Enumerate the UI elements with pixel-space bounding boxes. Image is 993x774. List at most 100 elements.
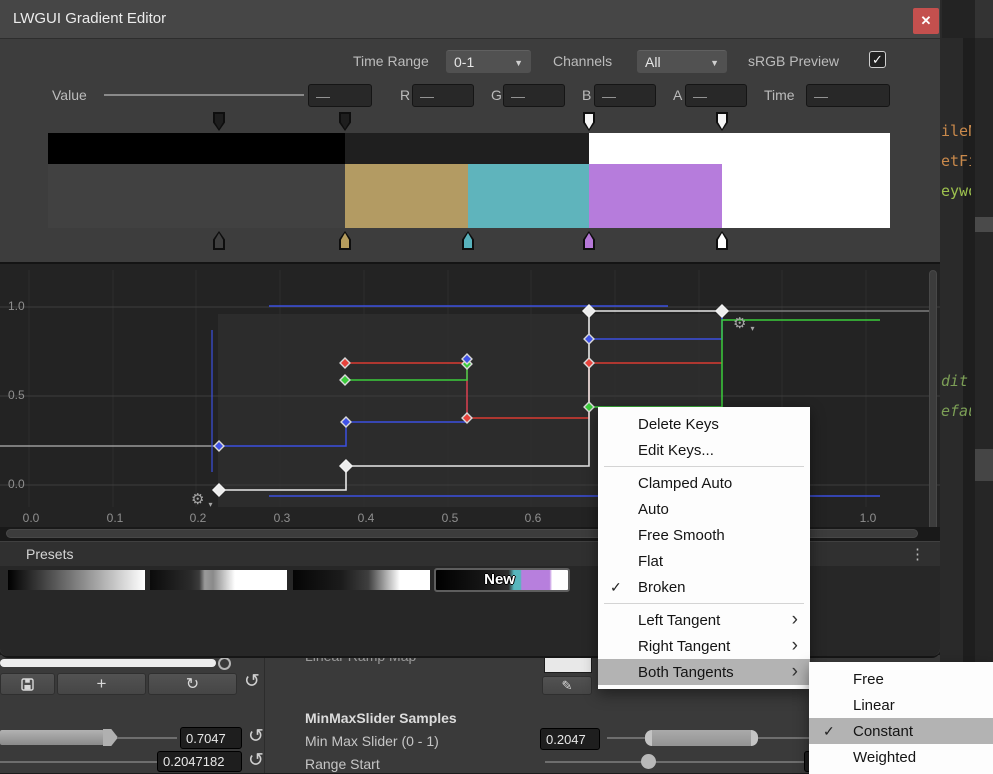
gradient-preview[interactable] <box>48 133 890 228</box>
srgb-checkbox[interactable]: ✓ <box>869 51 886 68</box>
color-key-marker[interactable] <box>583 231 595 250</box>
x-axis-tick-label: 0.4 <box>354 511 378 525</box>
chevron-down-icon: ▾ <box>750 324 754 333</box>
menu-item-flat[interactable]: Flat <box>598 548 810 574</box>
r-channel-input[interactable]: — <box>412 84 474 107</box>
revert-icon[interactable]: ↺ <box>240 671 264 695</box>
save-button[interactable] <box>0 673 55 695</box>
time-range-dropdown[interactable]: 0-1 ▼ <box>446 50 531 73</box>
b-channel-input[interactable]: — <box>594 84 656 107</box>
color-key-marker[interactable] <box>462 231 474 250</box>
time-range-value: 0-1 <box>454 54 474 70</box>
color-key-marker[interactable] <box>213 231 225 250</box>
r-channel-label: R <box>400 87 410 103</box>
code-text-fragment: eywo <box>941 182 971 202</box>
circle-picker-icon[interactable] <box>218 657 231 670</box>
add-button[interactable]: + <box>57 673 146 695</box>
alpha-key-marker[interactable] <box>213 112 225 131</box>
tangent-submenu: Free Linear✓ConstantWeighted <box>809 662 993 774</box>
preset-swatch[interactable] <box>150 570 287 590</box>
chevron-down-icon: ▼ <box>710 58 719 68</box>
vertical-scrollbar[interactable] <box>929 270 937 532</box>
a-channel-input[interactable]: — <box>685 84 747 107</box>
menu-item-left-tangent[interactable]: Left Tangent› <box>598 607 810 633</box>
gradient-segment <box>48 164 345 228</box>
slider-track[interactable] <box>117 737 177 739</box>
white-slider-bar[interactable] <box>0 659 216 667</box>
edit-ramp-button[interactable]: ✎ <box>542 676 592 695</box>
menu-item-both-tangents[interactable]: Both Tangents› <box>598 659 810 685</box>
check-icon: ✓ <box>872 52 883 68</box>
x-axis-tick-label: 0.2 <box>186 511 210 525</box>
close-icon: ✕ <box>921 13 932 29</box>
column-divider <box>264 655 265 773</box>
menu-item-free-smooth[interactable]: Free Smooth <box>598 522 810 548</box>
menu-item-clamped-auto[interactable]: Clamped Auto <box>598 470 810 496</box>
gradient-segment <box>468 164 589 228</box>
alpha-key-marker[interactable] <box>583 112 595 131</box>
value-field-2[interactable]: 0.2047182 <box>157 751 242 772</box>
refresh-button[interactable]: ↻ <box>148 673 237 695</box>
channels-dropdown[interactable]: All ▼ <box>637 50 727 73</box>
chevron-down-icon: ▾ <box>208 500 212 509</box>
y-axis-tick-label: 1.0 <box>8 299 25 313</box>
time-range-label: Time Range <box>353 53 429 69</box>
minmax-handle-right[interactable] <box>751 730 758 746</box>
gradient-segment <box>589 164 722 228</box>
color-strip <box>48 164 890 228</box>
value-slider[interactable] <box>104 94 304 96</box>
preset-new-label: New <box>484 571 515 588</box>
x-axis-tick-label: 0.5 <box>438 511 462 525</box>
menu-item-linear[interactable]: Linear <box>809 692 993 718</box>
gradient-segment <box>48 133 345 164</box>
color-key-marker[interactable] <box>339 231 351 250</box>
alpha-key-marker[interactable] <box>716 112 728 131</box>
preset-swatch[interactable] <box>8 570 145 590</box>
background-code-editor: ileNetFieywoditefau <box>940 0 993 773</box>
menu-item-constant[interactable]: ✓Constant <box>809 718 993 744</box>
menu-item-free[interactable]: Free <box>809 666 993 692</box>
x-axis-tick-label: 0.1 <box>103 511 127 525</box>
menu-item-label: Free <box>809 671 884 688</box>
value-input[interactable]: — <box>308 84 372 107</box>
check-icon: ✓ <box>823 723 835 740</box>
value-field-1[interactable]: 0.7047 <box>180 727 242 749</box>
menu-item-right-tangent[interactable]: Right Tangent› <box>598 633 810 659</box>
minmax-range-pill[interactable] <box>645 730 758 746</box>
b-channel-label: B <box>582 87 591 103</box>
pencil-icon: ✎ <box>562 678 573 694</box>
undo-glyph: ↺ <box>244 671 260 692</box>
color-key-marker[interactable] <box>716 231 728 250</box>
title-bar[interactable]: LWGUI Gradient Editor ✕ <box>0 0 940 39</box>
slider-fill[interactable] <box>0 730 104 745</box>
plus-icon: + <box>97 674 107 694</box>
gear-icon[interactable]: ⚙▾ <box>191 490 204 508</box>
minmax-handle-left[interactable] <box>645 730 652 746</box>
code-text-fragment: dit <box>941 372 971 392</box>
range-start-track[interactable] <box>545 761 808 763</box>
menu-item-auto[interactable]: Auto <box>598 496 810 522</box>
close-button[interactable]: ✕ <box>913 8 939 34</box>
gradient-segment <box>722 164 890 228</box>
menu-item-delete-keys[interactable]: Delete Keys <box>598 411 810 437</box>
menu-item-edit-keys[interactable]: Edit Keys... <box>598 437 810 463</box>
time-input[interactable]: — <box>806 84 890 107</box>
menu-item-broken[interactable]: ✓Broken <box>598 574 810 600</box>
minmax-value-field[interactable]: 0.2047 <box>540 728 600 750</box>
preset-swatch[interactable] <box>293 570 430 590</box>
code-text-fragment: etFi <box>941 152 971 172</box>
x-axis-tick-label: 0.3 <box>270 511 294 525</box>
section-title: MinMaxSlider Samples <box>305 710 457 726</box>
range-start-handle[interactable] <box>641 754 656 769</box>
alpha-key-marker[interactable] <box>339 112 351 131</box>
menu-item-weighted[interactable]: Weighted <box>809 744 993 770</box>
slider-track[interactable] <box>0 761 158 763</box>
window-title: LWGUI Gradient Editor <box>13 10 166 27</box>
g-channel-input[interactable]: — <box>503 84 565 107</box>
slider-handle[interactable] <box>103 729 118 746</box>
scroll-marker <box>975 449 993 481</box>
preset-new-button[interactable]: New <box>434 568 570 592</box>
gear-icon[interactable]: ⚙▾ <box>733 314 746 332</box>
submenu-arrow-icon: › <box>792 633 798 659</box>
kebab-menu-icon[interactable]: ⋮ <box>910 545 925 563</box>
